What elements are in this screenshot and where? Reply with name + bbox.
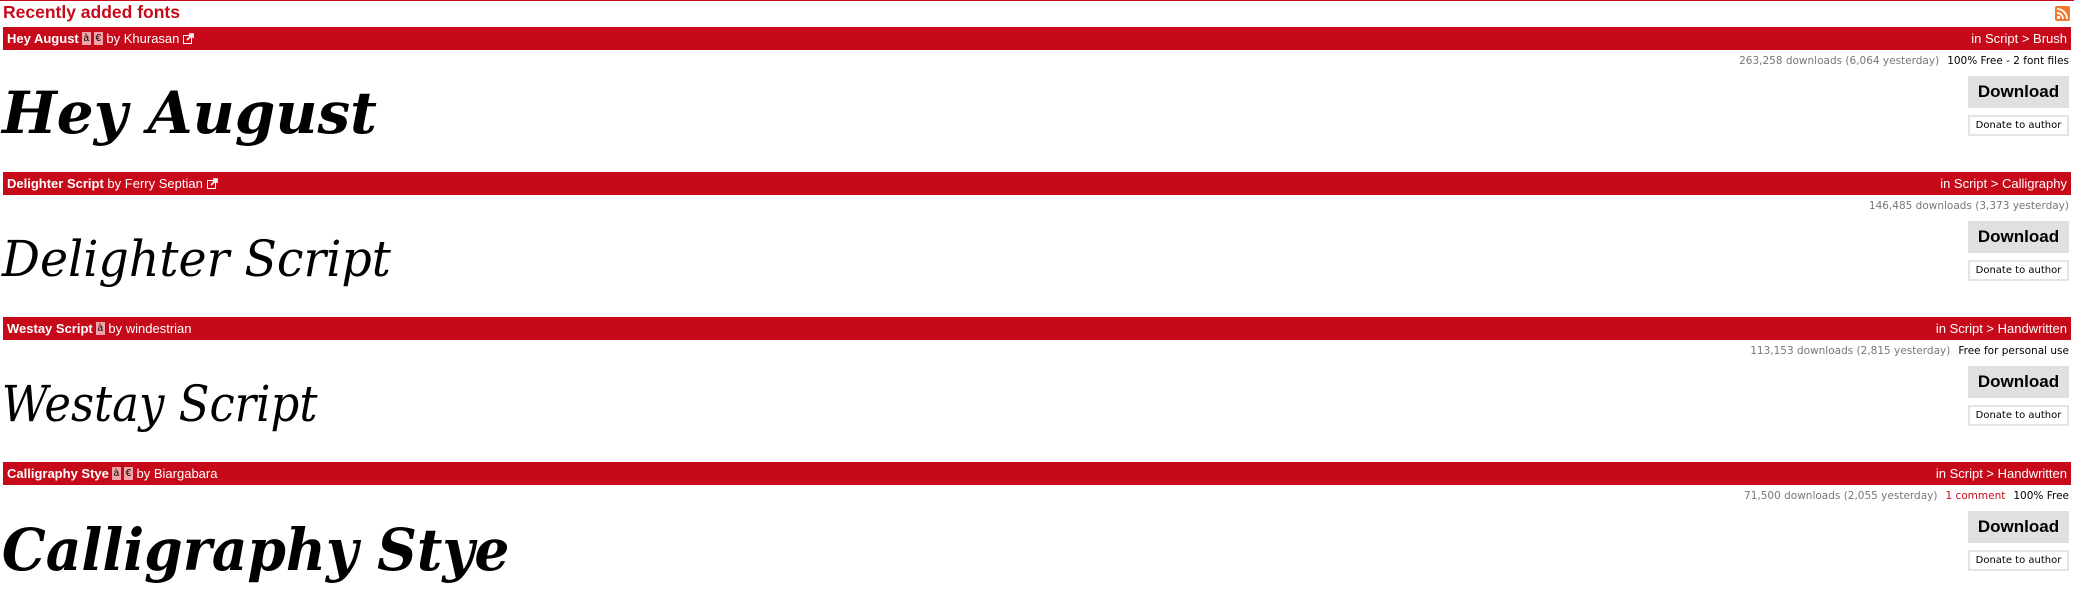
download-button[interactable]: Download <box>1968 76 2069 108</box>
comments-link[interactable]: 1 comment <box>1945 490 2005 502</box>
license-badges: à € <box>79 31 103 46</box>
category-link[interactable]: in Script > Handwritten <box>1936 317 2067 340</box>
download-count: 263,258 downloads (6,064 yesterday) <box>1739 55 1940 67</box>
external-link-icon[interactable] <box>206 178 218 190</box>
donate-button[interactable]: Donate to author <box>1968 260 2069 281</box>
category-link[interactable]: in Script > Calligraphy <box>1940 172 2067 195</box>
font-header-bar: Calligraphy Stye à € by Biargabara in Scri… <box>3 462 2071 485</box>
font-name-link[interactable]: Calligraphy Stye <box>7 466 109 481</box>
preview-text: Calligraphy Stye <box>2 517 510 585</box>
font-entry: Calligraphy Stye à € by Biargabara in Scri… <box>0 462 2074 607</box>
external-link-icon[interactable] <box>183 33 195 45</box>
font-header-bar: Delighter Script by Ferry Septian in Scr… <box>3 172 2071 195</box>
font-name-link[interactable]: Westay Script <box>7 321 93 336</box>
author-link[interactable]: Biargabara <box>154 466 218 481</box>
commercial-use-badge-icon: € <box>93 32 103 46</box>
license-badges: à <box>93 321 105 336</box>
preview-text: Hey August <box>0 79 377 147</box>
rss-feed-icon[interactable] <box>2055 6 2070 21</box>
author-link[interactable]: Ferry Septian <box>125 176 203 191</box>
font-preview-image[interactable]: Delighter Script <box>0 198 700 308</box>
font-name-link[interactable]: Hey August <box>7 31 79 46</box>
font-meta: 113,153 downloads (2,815 yesterday) Free … <box>1750 345 2069 357</box>
font-meta: 263,258 downloads (6,064 yesterday) 100% … <box>1739 55 2069 67</box>
by-label: by <box>136 466 151 481</box>
font-meta: 146,485 downloads (3,373 yesterday) <box>1869 200 2069 212</box>
by-label: by <box>106 31 121 46</box>
download-count: 71,500 downloads (2,055 yesterday) <box>1744 490 1938 502</box>
font-header-bar: Hey August à € by Khurasan in Script > Bru… <box>3 27 2071 50</box>
page-title: Recently added fonts <box>3 2 180 22</box>
author-link[interactable]: windestrian <box>126 321 192 336</box>
category-link[interactable]: in Script > Handwritten <box>1936 462 2067 485</box>
download-button[interactable]: Download <box>1968 221 2069 253</box>
license-text: 100% Free - 2 font files <box>1947 55 2069 67</box>
top-divider <box>0 0 2074 1</box>
download-button[interactable]: Download <box>1968 511 2069 543</box>
by-label: by <box>107 176 122 191</box>
font-entry: Hey August à € by Khurasan in Script > Bru… <box>0 27 2074 172</box>
by-label: by <box>108 321 123 336</box>
download-count: 146,485 downloads (3,373 yesterday) <box>1868 200 2069 212</box>
category-link[interactable]: in Script > Brush <box>1971 27 2067 50</box>
font-preview-image[interactable]: Calligraphy Stye <box>0 488 700 598</box>
font-name-link[interactable]: Delighter Script <box>7 176 104 191</box>
font-entry: Westay Script à by windestrian in Script … <box>0 317 2074 462</box>
donate-button[interactable]: Donate to author <box>1968 115 2069 136</box>
font-meta: 71,500 downloads (2,055 yesterday) 1 comm… <box>1744 490 2069 502</box>
donate-button[interactable]: Donate to author <box>1968 550 2069 571</box>
license-text: 100% Free <box>2013 490 2069 502</box>
font-entry: Delighter Script by Ferry Septian in Scr… <box>0 172 2074 317</box>
accented-chars-badge-icon: à <box>95 322 105 336</box>
license-badges: à € <box>109 466 133 481</box>
author-link[interactable]: Khurasan <box>124 31 180 46</box>
font-header-bar: Westay Script à by windestrian in Script … <box>3 317 2071 340</box>
download-count: 113,153 downloads (2,815 yesterday) <box>1750 345 1951 357</box>
download-button[interactable]: Download <box>1968 366 2069 398</box>
accented-chars-badge-icon: à <box>81 32 91 46</box>
accented-chars-badge-icon: à <box>111 467 121 481</box>
preview-text: Delighter Script <box>1 231 391 288</box>
commercial-use-badge-icon: € <box>123 467 133 481</box>
license-text: Free for personal use <box>1958 345 2069 357</box>
donate-button[interactable]: Donate to author <box>1968 405 2069 426</box>
font-preview-image[interactable]: Hey August <box>0 53 700 163</box>
font-preview-image[interactable]: Westay Script <box>0 343 700 453</box>
preview-text: Westay Script <box>2 376 318 434</box>
